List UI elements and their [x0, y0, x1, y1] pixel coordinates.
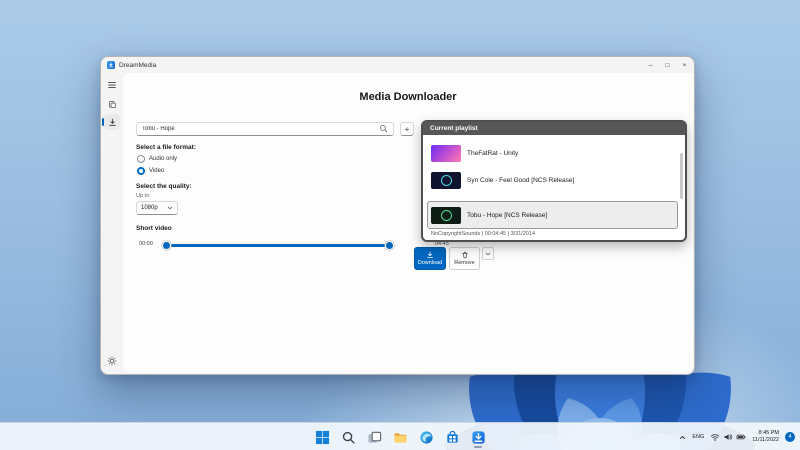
- playlist-panel: Current playlist TheFatRat - Unity Syn C…: [421, 120, 687, 242]
- video-thumbnail: [431, 206, 461, 224]
- playlist-scrollbar[interactable]: [680, 153, 683, 199]
- slider-end-handle[interactable]: [385, 240, 394, 250]
- dreammedia-taskbar-button[interactable]: [467, 426, 489, 448]
- remove-button-label: Remove: [454, 260, 475, 267]
- download-button[interactable]: Download: [414, 247, 446, 270]
- wifi-icon: [711, 434, 720, 441]
- radio-checked-icon: [137, 167, 145, 175]
- battery-icon: [736, 434, 746, 440]
- close-button[interactable]: ×: [676, 57, 693, 73]
- chevron-down-icon: [167, 206, 173, 210]
- trash-icon: [461, 251, 468, 258]
- search-icon: [342, 431, 355, 444]
- task-view-button[interactable]: [363, 426, 385, 448]
- remove-button[interactable]: Remove: [449, 247, 480, 270]
- quality-value: 1080p: [141, 205, 158, 211]
- short-video-label: Short video: [136, 225, 172, 232]
- app-window: DreamMedia – □ × Media Downloader Tobu -…: [100, 56, 695, 375]
- trim-start-label: 00:00: [139, 241, 153, 247]
- playlist-body: TheFatRat - Unity Syn Cole - Feel Good […: [423, 135, 685, 237]
- minimize-button[interactable]: –: [642, 57, 659, 73]
- playlist-item-selected[interactable]: Tobu - Hope [NCS Release]: [428, 202, 677, 228]
- quality-hint: Up to:: [136, 193, 151, 199]
- system-tray: ENG 8:45 PM 11/11/2022 4: [679, 423, 795, 450]
- sidebar-item-downloader[interactable]: [102, 114, 120, 130]
- active-nav-indicator: [102, 118, 104, 126]
- taskbar: ENG 8:45 PM 11/11/2022 4: [0, 422, 800, 450]
- start-button[interactable]: [311, 426, 333, 448]
- video-thumbnail: [431, 171, 461, 189]
- desktop: DreamMedia – □ × Media Downloader Tobu -…: [0, 0, 800, 450]
- playlist-item-meta: NoCopyrightSounds | 00:04:45 | 3/31/2014: [431, 231, 536, 237]
- chevron-up-icon: [680, 435, 686, 440]
- search-icon[interactable]: [379, 120, 388, 138]
- radio-video-label: Video: [149, 168, 165, 174]
- clipboard-icon: [108, 100, 116, 108]
- radio-audio-only[interactable]: Audio only: [137, 155, 177, 163]
- more-options-button[interactable]: [482, 247, 494, 260]
- edge-icon: [419, 430, 433, 444]
- windows-logo-icon: [315, 430, 329, 444]
- notification-badge[interactable]: 4: [785, 432, 795, 442]
- playlist-header: Current playlist: [423, 122, 685, 135]
- chevron-down-icon: [485, 252, 491, 255]
- video-thumbnail: [431, 144, 461, 162]
- store-bag-icon: [446, 430, 458, 443]
- maximize-button[interactable]: □: [659, 57, 676, 73]
- task-view-icon: [367, 431, 381, 443]
- sidebar-item-settings[interactable]: [104, 353, 120, 369]
- playlist-item-title: TheFatRat - Unity: [467, 149, 519, 157]
- trim-range-slider[interactable]: [162, 240, 394, 250]
- format-label: Select a file format:: [136, 144, 196, 151]
- download-button-label: Download: [417, 260, 443, 267]
- playlist-item[interactable]: Syn Cole - Feel Good [NCS Release]: [428, 167, 677, 193]
- slider-start-handle[interactable]: [162, 240, 171, 250]
- tray-time: 8:45 PM: [758, 430, 779, 436]
- download-icon: [108, 118, 116, 126]
- menu-button[interactable]: [104, 77, 120, 93]
- store-button[interactable]: [441, 426, 463, 448]
- folder-icon: [393, 432, 407, 443]
- app-logo-icon: [107, 61, 115, 69]
- media-url-input[interactable]: [142, 126, 379, 132]
- quality-dropdown[interactable]: 1080p: [136, 201, 178, 215]
- tray-expand-button[interactable]: [679, 428, 686, 446]
- playlist-item-title: Tobu - Hope [NCS Release]: [467, 211, 548, 219]
- radio-unchecked-icon: [137, 155, 145, 163]
- search-button[interactable]: [337, 426, 359, 448]
- sidebar-item-clipboard[interactable]: [104, 96, 120, 112]
- playlist-item[interactable]: TheFatRat - Unity: [428, 140, 677, 166]
- file-explorer-button[interactable]: [389, 426, 411, 448]
- taskbar-center-icons: [311, 426, 489, 448]
- add-to-playlist-button[interactable]: +: [400, 122, 414, 136]
- language-indicator[interactable]: ENG: [692, 434, 704, 440]
- sidebar: [101, 73, 123, 374]
- quality-label: Select the quality:: [136, 183, 192, 190]
- media-url-field[interactable]: [136, 122, 394, 136]
- dreammedia-app-icon: [471, 430, 485, 444]
- clock[interactable]: 8:45 PM 11/11/2022: [752, 430, 779, 444]
- window-title: DreamMedia: [119, 61, 157, 69]
- content-area: Media Downloader + Select a file format:…: [123, 73, 693, 373]
- edge-button[interactable]: [415, 426, 437, 448]
- quick-settings-button[interactable]: [710, 432, 746, 442]
- tray-date: 11/11/2022: [752, 437, 779, 443]
- radio-audio-only-label: Audio only: [149, 156, 178, 162]
- window-controls: – □ ×: [642, 57, 693, 73]
- radio-video[interactable]: Video: [137, 167, 164, 175]
- titlebar[interactable]: DreamMedia – □ ×: [101, 57, 694, 73]
- download-icon: [427, 251, 433, 258]
- playlist-item-title: Syn Cole - Feel Good [NCS Release]: [467, 176, 575, 184]
- page-title: Media Downloader: [359, 91, 457, 103]
- volume-icon: [724, 434, 733, 440]
- hamburger-icon: [108, 82, 116, 88]
- gear-icon: [107, 356, 117, 366]
